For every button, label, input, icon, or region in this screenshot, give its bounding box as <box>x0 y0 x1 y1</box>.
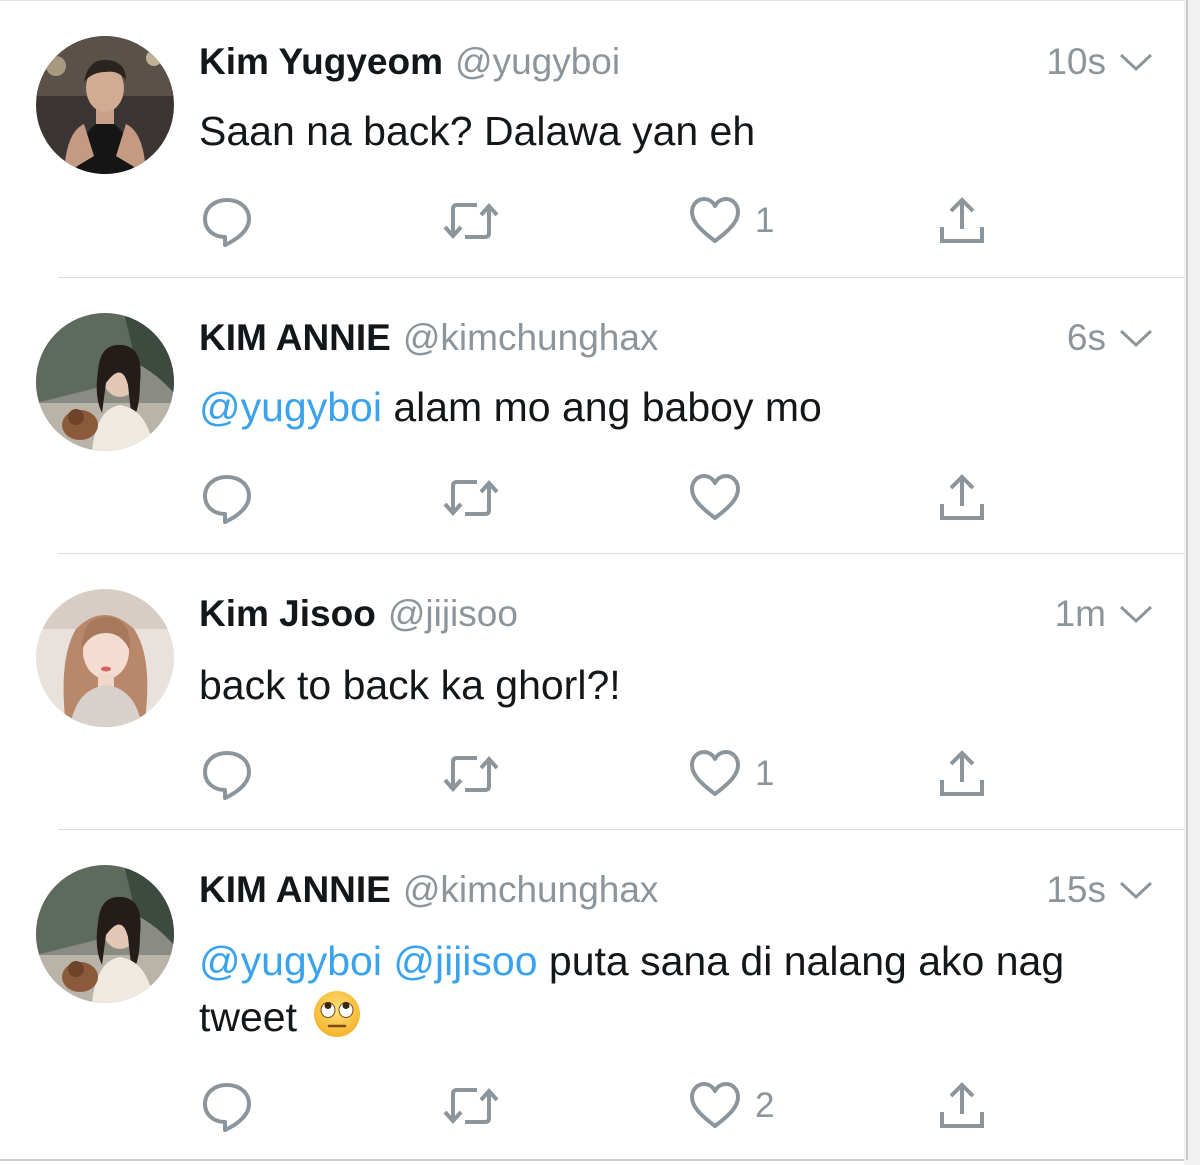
tweet-text: back to back ka ghorl?! <box>199 658 1129 713</box>
like-count: 2 <box>755 1086 775 1125</box>
chevron-down-icon[interactable] <box>1118 50 1154 74</box>
share-button[interactable] <box>937 1078 987 1134</box>
tweet-header: KIM ANNIE @kimchunghax <box>199 868 658 912</box>
like-button[interactable] <box>689 470 755 526</box>
avatar[interactable] <box>36 865 174 1003</box>
display-name[interactable]: Kim Jisoo <box>199 593 376 634</box>
username[interactable]: @yugyboi <box>455 41 620 82</box>
heart-icon <box>690 1082 740 1128</box>
tweet[interactable]: KIM ANNIE @kimchunghax 6s @yugyboi alam m… <box>0 278 1184 554</box>
display-name[interactable]: KIM ANNIE <box>199 869 391 910</box>
username[interactable]: @kimchunghax <box>403 869 659 910</box>
action-bar: 1 <box>199 746 999 802</box>
timestamp[interactable]: 6s <box>1067 316 1106 360</box>
like-button[interactable]: 2 <box>689 1078 774 1134</box>
chevron-down-icon[interactable] <box>1118 602 1154 626</box>
mention-link[interactable]: @yugyboi <box>199 384 382 430</box>
tweet-text: @yugyboi alam mo ang baboy mo <box>199 380 1129 435</box>
share-icon <box>940 1082 984 1128</box>
share-icon <box>940 197 984 243</box>
reply-icon <box>203 475 251 524</box>
tweet-header: Kim Jisoo @jijisoo <box>199 592 518 636</box>
retweet-icon <box>443 479 499 517</box>
avatar[interactable] <box>36 313 174 451</box>
username[interactable]: @kimchunghax <box>403 317 659 358</box>
share-button[interactable] <box>937 746 987 802</box>
reply-button[interactable] <box>199 746 255 802</box>
reply-button[interactable] <box>199 193 255 249</box>
action-bar: 2 <box>199 1078 999 1134</box>
mention-link[interactable]: @jijisoo <box>393 938 537 984</box>
tweet-text-part <box>382 938 393 984</box>
chevron-down-icon[interactable] <box>1118 326 1154 350</box>
action-bar <box>199 470 999 526</box>
heart-icon <box>690 474 740 520</box>
reply-button[interactable] <box>199 1078 255 1134</box>
tweet-header: KIM ANNIE @kimchunghax <box>199 316 658 360</box>
retweet-icon <box>443 1087 499 1125</box>
timestamp[interactable]: 15s <box>1046 868 1106 912</box>
mention-link[interactable]: @yugyboi <box>199 938 382 984</box>
action-bar: 1 <box>199 193 999 249</box>
reply-icon <box>203 1083 251 1132</box>
tweet-text-part: Saan na back? Dalawa yan eh <box>199 108 756 154</box>
retweet-button[interactable] <box>441 470 501 526</box>
retweet-icon <box>443 202 499 240</box>
like-button[interactable]: 1 <box>689 746 774 802</box>
retweet-icon <box>443 755 499 793</box>
heart-icon <box>690 197 740 243</box>
share-button[interactable] <box>937 470 987 526</box>
retweet-button[interactable] <box>441 193 501 249</box>
heart-icon <box>690 750 740 796</box>
bottom-rule <box>0 1159 1185 1161</box>
tweet-text-part: back to back ka ghorl?! <box>199 662 621 708</box>
tweet[interactable]: KIM ANNIE @kimchunghax 15s @yugyboi @jiji… <box>0 830 1184 1160</box>
avatar[interactable] <box>36 589 174 727</box>
reply-icon <box>203 751 251 800</box>
share-icon <box>940 750 984 796</box>
like-count: 1 <box>755 754 775 793</box>
retweet-button[interactable] <box>441 746 501 802</box>
scrollbar-track-line <box>1186 0 1188 1160</box>
tweet[interactable]: Kim Yugyeom @yugyboi 10s Saan na back? Da… <box>0 0 1184 278</box>
timestamp[interactable]: 1m <box>1055 592 1106 636</box>
tweet[interactable]: Kim Jisoo @jijisoo 1m back to back ka gho… <box>0 554 1184 830</box>
share-icon <box>940 474 984 520</box>
username[interactable]: @jijisoo <box>388 593 518 634</box>
retweet-button[interactable] <box>441 1078 501 1134</box>
avatar[interactable] <box>36 36 174 174</box>
reply-button[interactable] <box>199 470 255 526</box>
like-count: 1 <box>755 201 775 240</box>
display-name[interactable]: KIM ANNIE <box>199 317 391 358</box>
tweet-text: Saan na back? Dalawa yan eh <box>199 104 1129 159</box>
like-button[interactable]: 1 <box>689 193 774 249</box>
chevron-down-icon[interactable] <box>1118 878 1154 902</box>
tweet-text-part: alam mo ang baboy mo <box>381 384 822 430</box>
timestamp[interactable]: 10s <box>1046 40 1106 84</box>
tweet-header: Kim Yugyeom @yugyboi <box>199 40 620 84</box>
tweet-text: @yugyboi @jijisoo puta sana di nalang ak… <box>199 934 1129 1045</box>
face-with-rolling-eyes-icon <box>314 991 361 1037</box>
reply-icon <box>203 198 251 247</box>
timeline: Kim Yugyeom @yugyboi 10s Saan na back? Da… <box>0 0 1200 1165</box>
display-name[interactable]: Kim Yugyeom <box>199 41 443 82</box>
share-button[interactable] <box>937 193 987 249</box>
